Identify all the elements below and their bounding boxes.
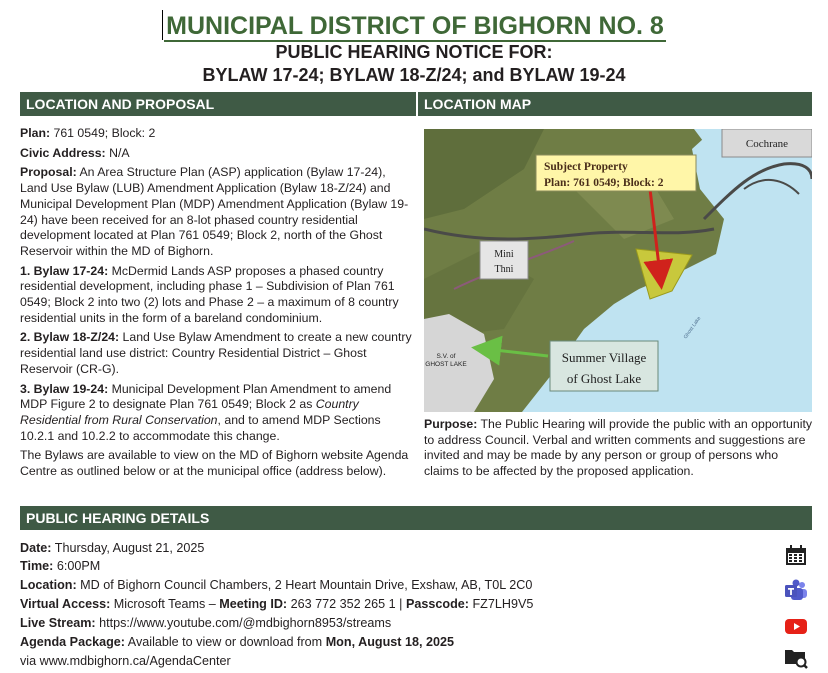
sv-small-label2: GHOST LAKE (425, 361, 467, 368)
location-value: MD of Bighorn Council Chambers, 2 Heart … (76, 578, 533, 592)
plan-value: 761 0549; Block: 2 (50, 126, 156, 140)
location-line: Location: MD of Bighorn Council Chambers… (20, 576, 532, 594)
text-cursor (162, 10, 164, 40)
time-label: Time: (20, 559, 54, 573)
folder-search-icon (785, 650, 808, 669)
thni-label: Thni (495, 264, 514, 275)
time-line: Time: 6:00PM (20, 557, 100, 575)
calendar-icon (786, 545, 806, 565)
purpose-text: Purpose: The Public Hearing will provide… (424, 417, 814, 484)
teams-icon (785, 579, 807, 600)
bylaw-19-label: 3. Bylaw 19-24: (20, 381, 109, 396)
civic-label: Civic Address: (20, 145, 106, 160)
meeting-id-value: 263 772 352 265 1 | (287, 597, 406, 611)
hearing-details-header: PUBLIC HEARING DETAILS (20, 506, 812, 530)
title-block: MUNICIPAL DISTRICT OF BIGHORN NO. 8 (0, 10, 828, 42)
virtual-value: Microsoft Teams – (110, 597, 220, 611)
subject-label-line1: Subject Property (544, 161, 628, 173)
bylaw-subtitle: BYLAW 17-24; BYLAW 18-Z/24; and BYLAW 19… (202, 65, 626, 85)
agenda-line: Agenda Package: Available to view or dow… (20, 633, 454, 651)
time-value: 6:00PM (53, 559, 101, 573)
mini-label: Mini (494, 249, 514, 260)
civic-value: N/A (105, 145, 130, 160)
agenda-label: Agenda Package: (20, 635, 125, 649)
purpose-label: Purpose: (424, 417, 478, 431)
cochrane-label: Cochrane (746, 138, 788, 150)
agenda-value: Available to view or download from (125, 635, 326, 649)
proposal-text: Plan: 761 0549; Block: 2 Civic Address: … (20, 126, 414, 484)
passcode-value: FZ7LH9V5 (468, 597, 534, 611)
purpose-body: The Public Hearing will provide the publ… (424, 417, 813, 479)
date-line: Date: Thursday, August 21, 2025 (20, 539, 204, 557)
bylaws-availability: The Bylaws are available to view on the … (20, 448, 409, 479)
stream-line: Live Stream: https://www.youtube.com/@md… (20, 614, 391, 632)
virtual-label: Virtual Access: (20, 597, 111, 611)
summer-village-label1: Summer Village (562, 350, 647, 365)
passcode-label: Passcode: (405, 597, 469, 611)
virtual-line: Virtual Access: Microsoft Teams – Meetin… (20, 595, 533, 613)
location-map-header: LOCATION MAP (418, 92, 812, 116)
date-value: Thursday, August 21, 2025 (51, 541, 205, 555)
stream-label: Live Stream: (20, 616, 96, 630)
bylaw-17-label: 1. Bylaw 17-24: (20, 263, 109, 278)
youtube-icon (785, 619, 807, 634)
map-svg: Cochrane Subject Property Plan: 761 0549… (424, 129, 812, 412)
location-map: Cochrane Subject Property Plan: 761 0549… (424, 129, 812, 412)
notice-subtitle: PUBLIC HEARING NOTICE FOR: (275, 42, 553, 62)
date-label: Date: (20, 541, 52, 555)
stream-link[interactable]: https://www.youtube.com/@mdbighorn8953/s… (96, 616, 391, 630)
agenda-via-line[interactable]: via www.mdbighorn.ca/AgendaCenter (20, 652, 231, 670)
bylaw-18-label: 2. Bylaw 18-Z/24: (20, 330, 120, 345)
agenda-date: Mon, August 18, 2025 (325, 635, 454, 649)
location-proposal-header: LOCATION AND PROPOSAL (20, 92, 416, 116)
sv-small-label1: S.V. of (437, 353, 456, 360)
page-title: MUNICIPAL DISTRICT OF BIGHORN NO. 8 (164, 12, 666, 42)
proposal-body: An Area Structure Plan (ASP) application… (20, 165, 409, 258)
plan-label: Plan: (20, 126, 51, 140)
subject-label-line2: Plan: 761 0549; Block: 2 (544, 177, 664, 189)
meeting-id-label: Meeting ID: (219, 597, 288, 611)
location-label: Location: (20, 578, 77, 592)
proposal-label: Proposal: (20, 165, 77, 180)
summer-village-label2: of Ghost Lake (567, 371, 642, 386)
